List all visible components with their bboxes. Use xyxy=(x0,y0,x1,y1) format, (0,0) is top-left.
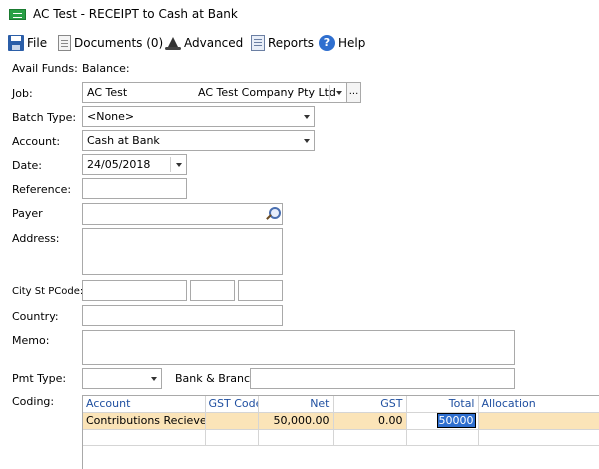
empty-cell[interactable] xyxy=(258,429,334,446)
table-row-empty[interactable] xyxy=(83,429,599,446)
payer-label: Payer xyxy=(12,207,43,220)
date-label: Date: xyxy=(12,159,42,172)
account-value: Cash at Bank xyxy=(87,134,160,147)
title-bar: AC Test - RECEIPT to Cash at Bank xyxy=(0,0,599,30)
country-label: Country: xyxy=(12,310,59,323)
address-textarea[interactable] xyxy=(82,228,283,275)
total-edit-selection[interactable]: 50000 xyxy=(436,413,476,428)
reports-label: Reports xyxy=(268,36,315,50)
job-browse-button[interactable]: ... xyxy=(346,82,361,103)
col-header-total[interactable]: Total xyxy=(406,396,479,413)
cell-net[interactable]: 50,000.00 xyxy=(258,412,334,430)
col-header-net[interactable]: Net xyxy=(258,396,334,413)
state-input[interactable] xyxy=(190,280,235,301)
chevron-down-icon xyxy=(304,139,310,143)
batch-type-value: <None> xyxy=(87,110,135,123)
chevron-down-icon xyxy=(336,91,342,95)
toolbar: File Documents (0) Advanced Reports ? He… xyxy=(0,30,599,56)
documents-button[interactable]: Documents (0) xyxy=(58,34,163,52)
cell-gst-code[interactable] xyxy=(205,412,259,430)
col-header-account[interactable]: Account xyxy=(83,396,206,413)
job-code: AC Test xyxy=(87,86,128,99)
file-menu[interactable]: File xyxy=(8,34,47,52)
reference-label: Reference: xyxy=(12,183,72,196)
advanced-label: Advanced xyxy=(184,36,244,50)
report-icon xyxy=(251,35,265,51)
col-header-gst-code[interactable]: GST Code xyxy=(205,396,259,413)
country-input[interactable] xyxy=(82,305,283,326)
pmt-type-select[interactable] xyxy=(82,368,162,389)
account-label: Account: xyxy=(12,135,61,148)
receipt-icon xyxy=(9,9,26,20)
coding-grid[interactable]: Account GST Code Net GST Total Allocatio… xyxy=(82,395,599,469)
empty-cell[interactable] xyxy=(333,429,407,446)
cell-account[interactable]: Contributions Recieved xyxy=(83,412,206,430)
empty-cell[interactable] xyxy=(205,429,259,446)
col-header-allocation[interactable]: Allocation xyxy=(478,396,599,413)
document-icon xyxy=(58,35,71,51)
chevron-down-icon xyxy=(304,115,310,119)
avail-funds-label: Avail Funds: xyxy=(12,62,78,75)
search-icon[interactable] xyxy=(264,206,281,222)
batch-type-select[interactable]: <None> xyxy=(82,106,315,127)
advanced-menu[interactable]: Advanced xyxy=(165,34,243,52)
city-input[interactable] xyxy=(82,280,187,301)
empty-cell[interactable] xyxy=(83,429,206,446)
chevron-down-icon xyxy=(151,377,157,381)
empty-cell[interactable] xyxy=(478,429,599,446)
documents-label: Documents (0) xyxy=(74,36,164,50)
job-label: Job: xyxy=(12,87,33,100)
city-state-pcode-label: City St PCode: xyxy=(12,286,84,297)
help-label: Help xyxy=(338,36,366,50)
date-picker-divider xyxy=(170,157,171,172)
coding-header-row: Account GST Code Net GST Total Allocatio… xyxy=(83,396,599,413)
date-picker[interactable]: 24/05/2018 xyxy=(82,154,187,175)
memo-label: Memo: xyxy=(12,334,50,347)
save-icon xyxy=(8,35,24,51)
help-menu[interactable]: ? Help xyxy=(319,34,365,52)
cell-allocation[interactable] xyxy=(478,412,599,430)
balance-label: Balance: xyxy=(82,62,130,75)
wizard-hat-icon xyxy=(165,35,181,51)
reports-menu[interactable]: Reports xyxy=(251,34,314,52)
file-menu-label: File xyxy=(27,36,48,50)
memo-textarea[interactable] xyxy=(82,330,515,365)
job-select[interactable]: AC Test AC Test Company Pty Ltd xyxy=(82,82,347,103)
table-row[interactable]: Contributions Recieved 50,000.00 0.00 50… xyxy=(83,412,599,430)
empty-cell[interactable] xyxy=(406,429,479,446)
date-value: 24/05/2018 xyxy=(87,158,151,171)
job-name: AC Test Company Pty Ltd xyxy=(198,86,336,99)
bank-branch-input[interactable] xyxy=(250,368,515,389)
job-select-divider xyxy=(329,85,330,100)
batch-type-label: Batch Type: xyxy=(12,111,77,124)
payer-input[interactable] xyxy=(82,203,283,225)
cell-total[interactable]: 50000 xyxy=(406,412,479,430)
window-title: AC Test - RECEIPT to Cash at Bank xyxy=(33,7,238,21)
bank-branch-label: Bank & Branch: xyxy=(175,372,261,385)
coding-label: Coding: xyxy=(12,395,55,408)
cell-gst[interactable]: 0.00 xyxy=(333,412,407,430)
col-header-gst[interactable]: GST xyxy=(333,396,407,413)
address-label: Address: xyxy=(12,232,60,245)
account-select[interactable]: Cash at Bank xyxy=(82,130,315,151)
chevron-down-icon xyxy=(176,163,182,167)
reference-input[interactable] xyxy=(82,178,187,199)
pmt-type-label: Pmt Type: xyxy=(12,372,67,385)
help-icon: ? xyxy=(319,35,335,51)
postcode-input[interactable] xyxy=(238,280,283,301)
coding-table: Account GST Code Net GST Total Allocatio… xyxy=(83,396,599,446)
